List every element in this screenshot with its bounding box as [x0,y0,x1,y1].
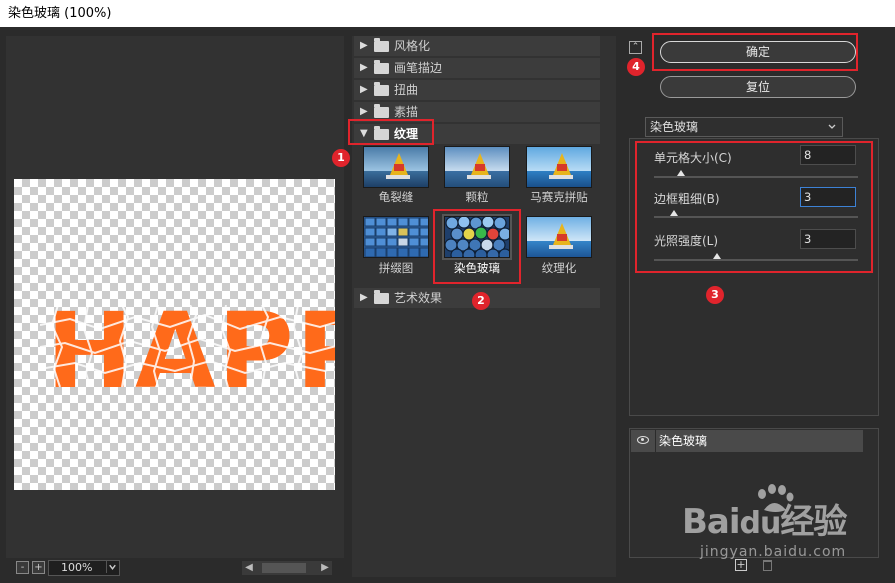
collapse-panel-icon[interactable]: ⌃ [629,41,642,54]
folder-icon [374,38,389,52]
annotation-badge-1: 1 [332,149,350,167]
annotation-box-params [635,141,873,273]
layer-divider [655,430,656,452]
thumb-craquelure[interactable] [363,146,429,188]
folder-icon [374,104,389,118]
expand-icon: ▶ [360,62,368,73]
new-effect-layer-icon[interactable]: + [735,559,747,571]
window-title: 染色玻璃 (100%) [0,0,895,27]
effect-layer-label: 染色玻璃 [659,434,708,448]
scroll-left-icon[interactable]: ◀ [242,561,256,575]
preview-toolbar: - + 100% ◀ ▶ [6,558,344,578]
layer-toolbar: + [735,559,775,573]
category-label: 扭曲 [394,83,419,97]
scroll-thumb[interactable] [262,563,306,573]
effect-select[interactable]: 染色玻璃 [645,117,843,137]
preview-text: HAPP [46,290,335,412]
patchwork-grid [364,217,428,257]
thumb-label: 颗粒 [465,190,489,204]
horizontal-scrollbar[interactable]: ◀ ▶ [242,561,332,575]
thumb-label: 纹理化 [541,261,577,275]
filter-category-stylize[interactable]: ▶ 风格化 [354,36,600,56]
folder-icon [374,290,389,304]
category-label: 风格化 [394,39,431,53]
preview-pane[interactable]: HAPP [6,36,344,558]
annotation-box-ok [652,33,858,71]
thumb-label: 马赛克拼贴 [530,190,588,204]
filter-category-distort[interactable]: ▶ 扭曲 [354,80,600,100]
sail-stripe [557,234,567,241]
thumb-patchwork[interactable] [363,216,429,258]
chevron-down-icon [828,124,836,129]
thumb-label: 拼缀图 [378,261,414,275]
category-label: 画笔描边 [394,61,443,75]
sail-stripe [475,164,485,171]
zoom-out-button[interactable]: - [16,561,29,574]
zoom-level-value: 100% [61,561,93,574]
expand-icon: ▶ [360,40,368,51]
effect-select-value: 染色玻璃 [650,120,699,134]
zoom-in-button[interactable]: + [32,561,45,574]
scroll-right-icon[interactable]: ▶ [318,561,332,575]
annotation-badge-2: 2 [472,292,490,310]
thumb-texturizer[interactable] [526,216,592,258]
eye-icon[interactable] [637,436,649,444]
boat-hull [549,175,573,179]
expand-icon: ▶ [360,84,368,95]
reset-button[interactable]: 复位 [660,76,856,98]
folder-icon [374,82,389,96]
trash-icon[interactable] [763,560,772,571]
sail-stripe [557,164,567,171]
annotation-badge-4: 4 [627,58,645,76]
boat-hull [467,175,491,179]
preview-canvas[interactable]: HAPP [14,179,335,490]
category-label: 艺术效果 [394,291,443,305]
boat-hull [549,245,573,249]
annotation-box-texture [348,119,434,145]
thumb-grain[interactable] [444,146,510,188]
thumb-label: 龟裂缝 [378,190,414,204]
chevron-down-icon[interactable] [106,561,118,573]
annotation-box-stained-glass [433,209,521,284]
thumb-mosaic-tiles[interactable] [526,146,592,188]
sail-stripe [394,164,404,171]
filter-category-brush-strokes[interactable]: ▶ 画笔描边 [354,58,600,78]
annotation-badge-3: 3 [706,286,724,304]
boat-hull [386,175,410,179]
folder-icon [374,60,389,74]
effect-layer-row[interactable]: 染色玻璃 [631,430,863,452]
expand-icon: ▶ [360,292,368,303]
